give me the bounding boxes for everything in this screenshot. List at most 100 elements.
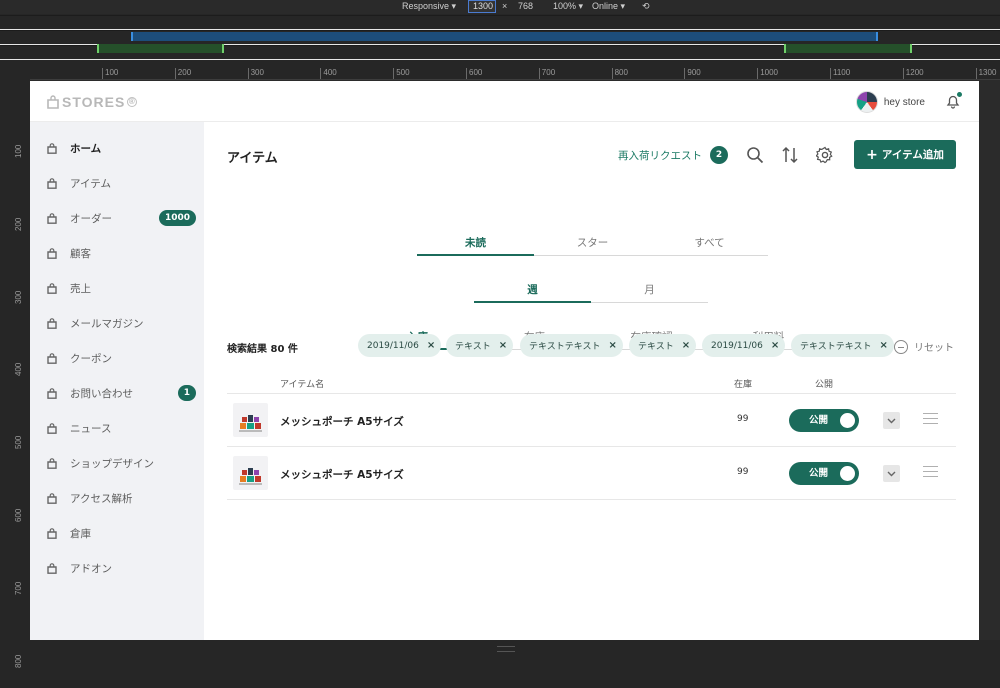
sidebar-item-label: お問い合わせ [70,388,133,400]
close-icon[interactable]: × [771,340,779,351]
chip-label: テキスト [455,342,491,352]
device-select[interactable]: Responsive ▾ [402,1,456,12]
tab-item[interactable]: スター [534,235,651,256]
table-header: アイテム名 在庫 公開 [227,372,956,394]
media-query-min-left[interactable] [97,44,224,53]
sidebar-item[interactable]: アイテム [30,166,204,201]
sidebar-item-label: 倉庫 [70,528,91,540]
item-name[interactable]: メッシュポーチ A5サイズ [280,414,404,429]
tab-item[interactable]: すべて [651,235,768,256]
logo-text: STORES [62,94,126,110]
column-public[interactable]: 公開 [815,377,833,390]
bag-icon [47,563,57,574]
bag-icon [47,353,57,364]
column-name[interactable]: アイテム名 [280,377,324,390]
ruler-tick: 300 [14,290,23,304]
reset-label: リセット [914,343,954,354]
toggle-knob [840,466,855,481]
item-thumbnail[interactable] [233,456,268,490]
sidebar-item[interactable]: 売上 [30,271,204,306]
close-icon[interactable]: × [608,340,616,351]
bag-icon [47,143,57,154]
close-icon[interactable]: × [427,340,435,351]
ruler-tick: 600 [466,68,482,79]
sidebar-item[interactable]: ショップデザイン [30,446,204,481]
sidebar: ホームアイテムオーダー 1000 顧客売上 メールマガジン クーポン お問い合わせ 1 ニュー… [30,122,204,640]
row-menu-button[interactable] [883,465,900,482]
ruler-corner [0,66,30,80]
ruler-tick: 600 [14,508,23,522]
sidebar-item[interactable]: オーダー 1000 [30,201,204,236]
resize-handle[interactable] [497,646,515,652]
sidebar-item[interactable]: ニュース [30,411,204,446]
item-thumbnail[interactable] [233,403,268,437]
width-input[interactable]: 1300 [468,0,496,13]
throttle-select[interactable]: Online ▾ [592,1,625,12]
stores-logo[interactable]: STORES ® [47,94,138,110]
ruler-tick: 1200 [902,68,924,79]
public-toggle[interactable]: 公開 [789,462,859,485]
sidebar-item[interactable]: クーポン [30,341,204,376]
table-row[interactable]: メッシュポーチ A5サイズ 99 公開 [227,394,956,447]
store-name: hey store [883,96,925,108]
sidebar-item[interactable]: 倉庫 [30,516,204,551]
sidebar-item[interactable]: 顧客 [30,236,204,271]
ruler-tick: 200 [174,68,191,79]
search-icon[interactable] [746,146,764,164]
height-input[interactable]: 768 [518,1,533,11]
drag-handle-icon[interactable] [923,466,938,480]
device-viewport: STORES ® hey store ホームアイテムオーダー 1000 顧客売上 メー… [30,81,979,640]
ruler-tick: 800 [14,654,23,668]
public-toggle[interactable]: 公開 [789,409,859,432]
drag-handle-icon[interactable] [923,413,938,427]
device-bottom-area [30,640,1000,688]
toggle-label: 公開 [809,415,829,426]
gear-icon[interactable] [816,146,834,164]
sidebar-item-label: 顧客 [70,248,91,260]
close-icon[interactable]: × [879,340,887,351]
search-results-count: 検索結果 80 件 [227,344,298,355]
chip-label: テキストテキスト [800,342,872,352]
restock-request-link[interactable]: 再入荷リクエスト 2 [618,146,728,164]
restock-count-badge: 2 [710,146,728,164]
filter-chip: 2019/11/06 × [358,334,442,357]
ruler-tick: 800 [611,68,628,79]
sidebar-item[interactable]: アクセス解析 [30,481,204,516]
bag-icon [47,528,57,539]
store-switcher[interactable]: hey store [855,91,925,113]
table-row[interactable]: メッシュポーチ A5サイズ 99 公開 [227,447,956,500]
reset-button[interactable]: リセット [894,339,954,354]
close-icon[interactable]: × [499,340,507,351]
sidebar-item[interactable]: ホーム [30,131,204,166]
sidebar-item-label: アイテム [70,178,111,190]
sidebar-item-label: オーダー [70,213,112,225]
bag-icon [47,213,57,224]
ruler-tick: 200 [14,217,23,231]
column-stock[interactable]: 在庫 [734,377,752,390]
close-icon[interactable]: × [682,340,690,351]
add-item-button[interactable]: + アイテム追加 [854,140,956,169]
media-query-min-right[interactable] [784,44,912,53]
bag-icon [47,283,57,294]
sort-icon[interactable] [781,146,799,164]
bag-icon [47,458,57,469]
tab-item[interactable]: 月 [591,282,708,303]
chevron-down-icon [887,471,896,477]
media-query-max[interactable] [131,32,878,41]
app-header: STORES ® hey store [30,81,979,122]
item-name[interactable]: メッシュポーチ A5サイズ [280,467,404,482]
row-menu-button[interactable] [883,412,900,429]
sidebar-item[interactable]: アドオン [30,551,204,586]
filter-chip: 2019/11/06 × [702,334,786,357]
rotate-icon[interactable]: ⟲ [642,1,650,12]
bag-icon [47,248,57,259]
sidebar-item[interactable]: メールマガジン [30,306,204,341]
tabs-period: 週月 [474,282,708,303]
restock-label: 再入荷リクエスト [618,149,702,162]
tab-item[interactable]: 未読 [417,235,534,256]
zoom-select[interactable]: 100% ▾ [553,1,583,12]
sidebar-item[interactable]: お問い合わせ 1 [30,376,204,411]
ruler-tick: 400 [320,68,337,79]
tab-item[interactable]: 週 [474,282,591,303]
plus-icon: + [866,146,878,163]
